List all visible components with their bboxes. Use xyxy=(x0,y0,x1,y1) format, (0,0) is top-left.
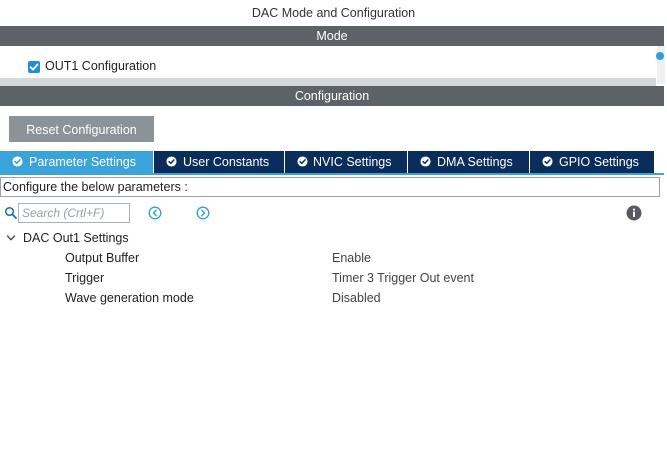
mode-panel-border xyxy=(0,78,656,86)
param-name-wave-generation-mode[interactable]: Wave generation mode xyxy=(65,291,194,305)
out1-configuration-checkbox[interactable] xyxy=(28,61,40,73)
check-circle-icon xyxy=(420,156,431,167)
tab-label: Parameter Settings xyxy=(29,155,136,169)
tab-gpio-settings[interactable]: GPIO Settings xyxy=(530,151,654,173)
scrollbar-thumb[interactable] xyxy=(656,52,664,60)
tab-label: NVIC Settings xyxy=(313,155,392,169)
configuration-section-header: Configuration xyxy=(0,86,664,106)
next-result-icon[interactable] xyxy=(196,206,210,220)
search-input[interactable] xyxy=(18,203,130,223)
reset-configuration-button[interactable]: Reset Configuration xyxy=(9,116,154,142)
description-text: Configure the below parameters : xyxy=(3,180,188,194)
check-circle-icon xyxy=(166,156,177,167)
tab-label: GPIO Settings xyxy=(559,155,639,169)
tab-label: User Constants xyxy=(183,155,270,169)
param-value-output-buffer[interactable]: Enable xyxy=(332,251,371,265)
checkmark-icon xyxy=(29,63,39,71)
tab-label: DMA Settings xyxy=(437,155,513,169)
check-circle-icon xyxy=(542,156,553,167)
out1-configuration-label[interactable]: OUT1 Configuration xyxy=(45,59,156,73)
chevron-down-icon[interactable] xyxy=(6,233,16,243)
param-value-trigger[interactable]: Timer 3 Trigger Out event xyxy=(332,271,474,285)
param-name-trigger[interactable]: Trigger xyxy=(65,271,104,285)
tab-underline xyxy=(0,173,664,175)
search-icon[interactable] xyxy=(4,206,18,220)
check-circle-icon xyxy=(12,156,23,167)
param-name-output-buffer[interactable]: Output Buffer xyxy=(65,251,139,265)
previous-result-icon[interactable] xyxy=(148,206,162,220)
mode-section-header: Mode xyxy=(0,26,664,46)
info-icon[interactable] xyxy=(626,205,642,221)
tab-dma-settings[interactable]: DMA Settings xyxy=(408,151,530,173)
tab-nvic-settings[interactable]: NVIC Settings xyxy=(285,151,408,173)
tab-user-constants[interactable]: User Constants xyxy=(154,151,285,173)
tab-parameter-settings[interactable]: Parameter Settings xyxy=(0,151,154,173)
window-title: DAC Mode and Configuration xyxy=(251,6,416,20)
check-circle-icon xyxy=(297,156,308,167)
param-value-wave-generation-mode[interactable]: Disabled xyxy=(332,291,381,305)
dac-out1-settings-group[interactable]: DAC Out1 Settings xyxy=(23,231,129,245)
configuration-tabs: Parameter Settings User Constants NVIC S… xyxy=(0,151,664,173)
